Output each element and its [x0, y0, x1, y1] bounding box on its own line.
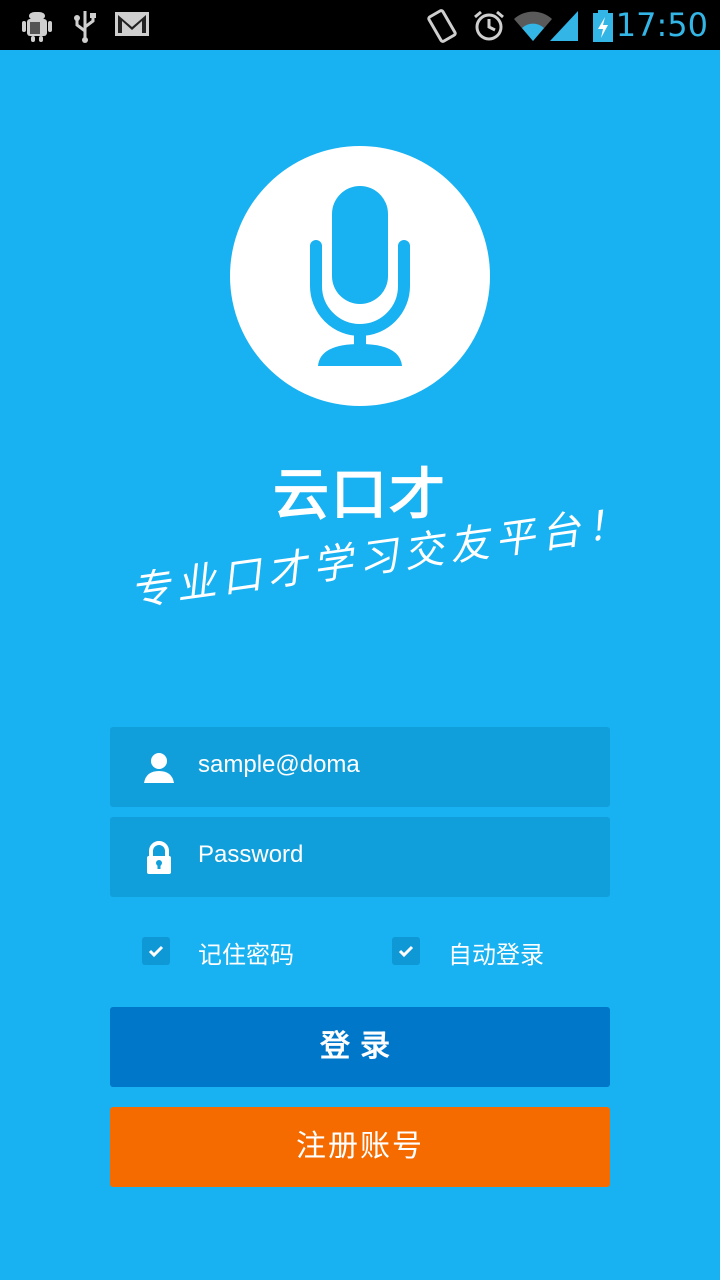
- app-logo: [230, 146, 490, 406]
- status-time: 17:50: [615, 6, 708, 44]
- microphone-icon: [310, 186, 410, 366]
- password-field[interactable]: [110, 817, 610, 897]
- battery-charging-icon: [593, 10, 613, 42]
- auto-login-label[interactable]: 自动登录: [448, 935, 544, 970]
- remember-password-label[interactable]: 记住密码: [198, 935, 294, 970]
- password-input[interactable]: [198, 841, 578, 869]
- gmail-icon: [115, 12, 149, 36]
- auto-login-checkbox[interactable]: [392, 937, 420, 965]
- checkmark-icon: [398, 945, 414, 958]
- login-button[interactable]: 登录: [110, 1007, 610, 1087]
- lock-icon: [147, 841, 171, 874]
- usb-icon: [74, 11, 96, 43]
- remember-password-checkbox[interactable]: [142, 937, 170, 965]
- checkmark-icon: [148, 945, 164, 958]
- status-bar: 17:50: [0, 0, 720, 50]
- register-button[interactable]: 注册账号: [110, 1107, 610, 1187]
- username-field[interactable]: [110, 727, 610, 807]
- vibrate-icon: [427, 9, 457, 43]
- alarm-icon: [474, 10, 504, 41]
- user-icon: [144, 753, 174, 783]
- android-debug-icon: [22, 12, 52, 42]
- username-input[interactable]: [198, 751, 578, 779]
- signal-icon: [550, 11, 578, 41]
